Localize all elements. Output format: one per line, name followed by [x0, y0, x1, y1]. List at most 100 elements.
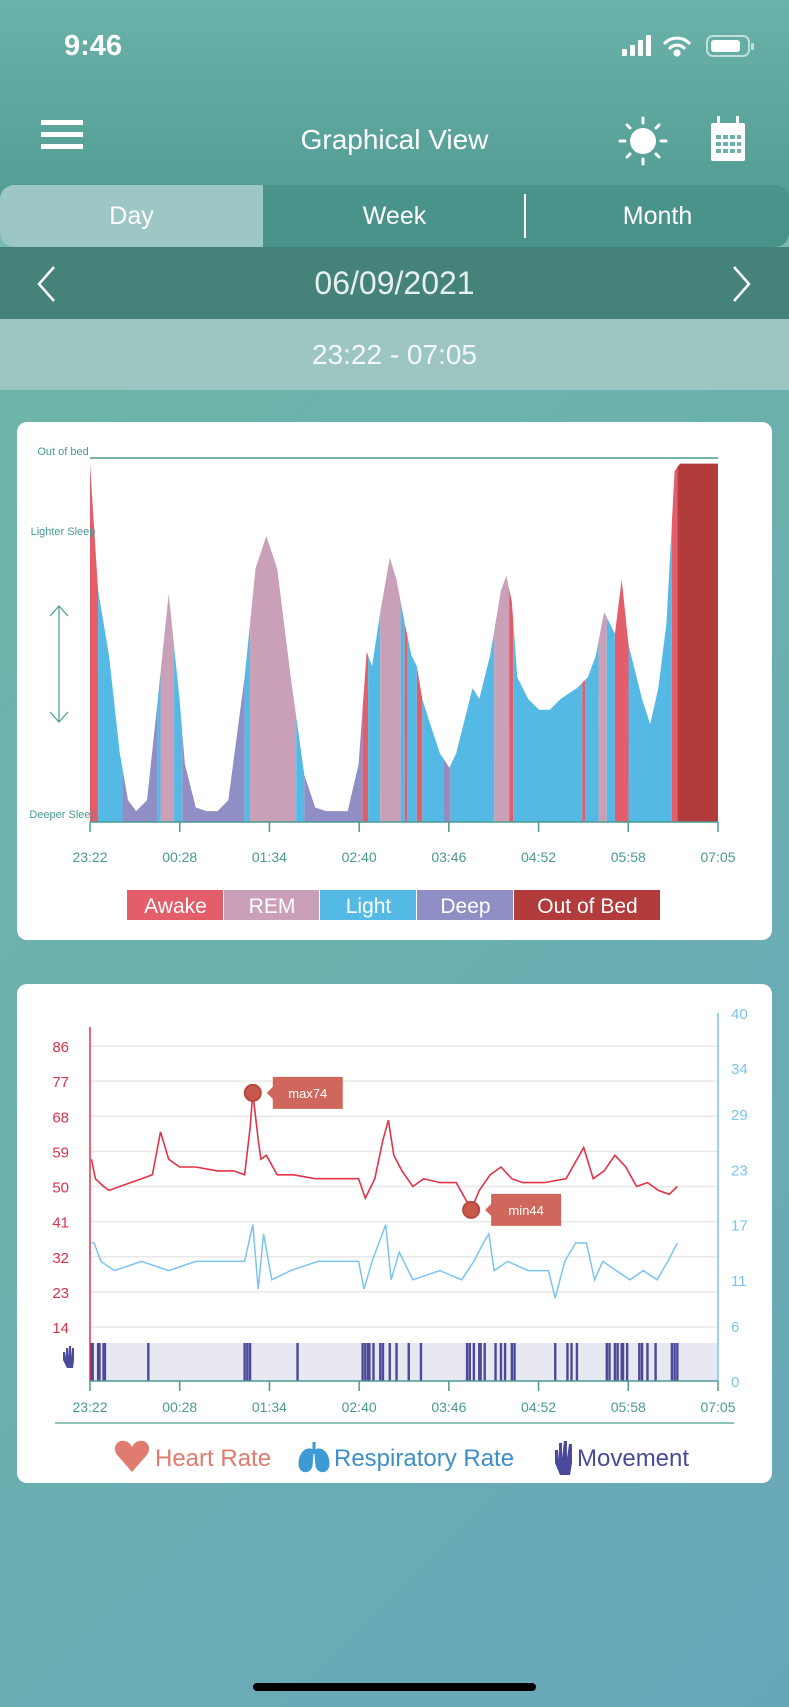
stage-area-awake: [416, 666, 423, 822]
stage-area-rem: [494, 575, 510, 822]
movement-bar: [147, 1343, 150, 1381]
legend-heart-rate: Heart Rate: [114, 1440, 271, 1472]
stage-area-light: [450, 631, 495, 822]
theme-toggle-button[interactable]: [618, 116, 668, 166]
left-tick-label: 86: [52, 1039, 69, 1056]
battery-icon: [706, 35, 754, 57]
hand-icon: [63, 1346, 74, 1368]
stage-area-rem: [250, 536, 297, 822]
left-tick-label: 50: [52, 1180, 69, 1197]
period-tabs: Day Week Month: [0, 185, 789, 247]
tab-month[interactable]: Month: [526, 185, 789, 247]
legend-item-awake: Awake: [127, 890, 223, 920]
movement-bar: [499, 1343, 503, 1381]
stage-area-awake: [404, 622, 408, 822]
movement-bar: [296, 1343, 299, 1381]
hand-icon: [555, 1441, 572, 1475]
movement-bar: [407, 1343, 410, 1381]
x-tick-label: 03:46: [431, 1399, 466, 1415]
movement-bar: [243, 1343, 246, 1381]
tab-week[interactable]: Week: [263, 185, 526, 247]
movement-bar: [613, 1343, 617, 1381]
movement-bar: [638, 1343, 641, 1381]
vitals-card: 14 23 32 41 50 59 68 77 86 0 6 11 17 23 29 34 40 23:22 00:…: [17, 984, 772, 1483]
stage-area-awake: [509, 588, 514, 822]
x-tick-label: 04:52: [521, 849, 556, 865]
y-label-out-of-bed: Out of bed: [37, 446, 88, 458]
legend-label: Light: [346, 895, 392, 918]
movement-bar: [640, 1343, 644, 1381]
movement-bar: [570, 1343, 573, 1381]
x-tick-label: 07:05: [700, 849, 735, 865]
movement-bar: [472, 1343, 476, 1381]
stage-area-rem: [380, 557, 401, 822]
tab-divider: [524, 194, 526, 238]
next-day-button[interactable]: [730, 264, 754, 304]
movement-bar: [605, 1343, 608, 1381]
movement-bar: [246, 1343, 249, 1381]
stage-area-out: [677, 463, 718, 822]
x-tick-label: 02:40: [342, 849, 377, 865]
movement-bar: [646, 1343, 649, 1381]
movement-bar: [381, 1343, 385, 1381]
heart-icon: [114, 1440, 150, 1472]
stage-area-awake: [90, 463, 99, 822]
movement-bar: [616, 1343, 619, 1381]
stage-area-light: [407, 635, 417, 822]
tab-day[interactable]: Day: [0, 185, 263, 247]
vitals-legend: Heart Rate Respiratory Rate Movement: [114, 1440, 689, 1475]
movement-bar: [503, 1343, 507, 1381]
left-tick-label: 77: [52, 1074, 69, 1091]
stage-area-light: [157, 672, 161, 822]
left-tick-label: 14: [52, 1320, 69, 1337]
y-label-lighter: Lighter Sleep: [31, 526, 96, 538]
stage-areas: [90, 463, 718, 822]
chevron-left-icon: [37, 266, 55, 302]
left-tick-label: 32: [52, 1250, 69, 1267]
x-tick-label: 05:58: [611, 1399, 646, 1415]
movement-bar: [673, 1343, 676, 1381]
stage-area-light: [606, 617, 615, 822]
left-tick-label: 68: [52, 1109, 69, 1126]
movement-bar: [364, 1343, 367, 1381]
movement-bar: [479, 1343, 482, 1381]
stage-area-light: [422, 698, 445, 822]
x-tick-label: 23:22: [72, 1399, 107, 1415]
right-tick-label: 34: [731, 1061, 748, 1078]
stage-area-awake: [671, 467, 678, 822]
movement-bar: [676, 1343, 679, 1381]
calendar-icon: [711, 116, 745, 161]
x-tick-label: 02:40: [342, 1399, 377, 1415]
stage-area-rem: [598, 612, 607, 822]
x-tick-label: 01:34: [252, 849, 287, 865]
movement-bar: [654, 1343, 657, 1381]
calendar-button[interactable]: [709, 115, 747, 163]
movement-bar: [554, 1343, 557, 1381]
right-tick-label: 17: [731, 1218, 748, 1235]
legend-label: Movement: [577, 1445, 689, 1472]
right-tick-label: 23: [731, 1162, 748, 1179]
legend-item-rem: REM: [224, 890, 319, 920]
stage-area-rem: [160, 593, 175, 822]
legend-respiratory-rate: Respiratory Rate: [298, 1442, 514, 1473]
movement-bar: [395, 1343, 398, 1381]
movement-bar: [248, 1343, 252, 1381]
stage-area-light: [368, 612, 381, 822]
respiratory-rate-line: [91, 1224, 678, 1299]
movement-bar: [372, 1343, 375, 1381]
stage-area-deep: [444, 759, 451, 822]
wifi-icon: [663, 36, 691, 57]
movement-bar: [566, 1343, 569, 1381]
movement-bar: [575, 1343, 579, 1381]
grid-and-axes: [90, 1045, 718, 1328]
stage-area-light: [628, 521, 672, 822]
stage-area-awake: [582, 679, 586, 822]
movement-bar: [103, 1343, 107, 1381]
prev-day-button[interactable]: [34, 264, 58, 304]
movement-bar: [379, 1343, 382, 1381]
right-tick-label: 6: [731, 1319, 739, 1336]
x-tick-label: 00:28: [162, 849, 197, 865]
movement-bar: [510, 1343, 514, 1381]
x-ticks: 23:22 00:28 01:34 02:40 03:46 04:52 05:58 07:05: [72, 822, 736, 865]
stage-area-light: [296, 716, 305, 822]
